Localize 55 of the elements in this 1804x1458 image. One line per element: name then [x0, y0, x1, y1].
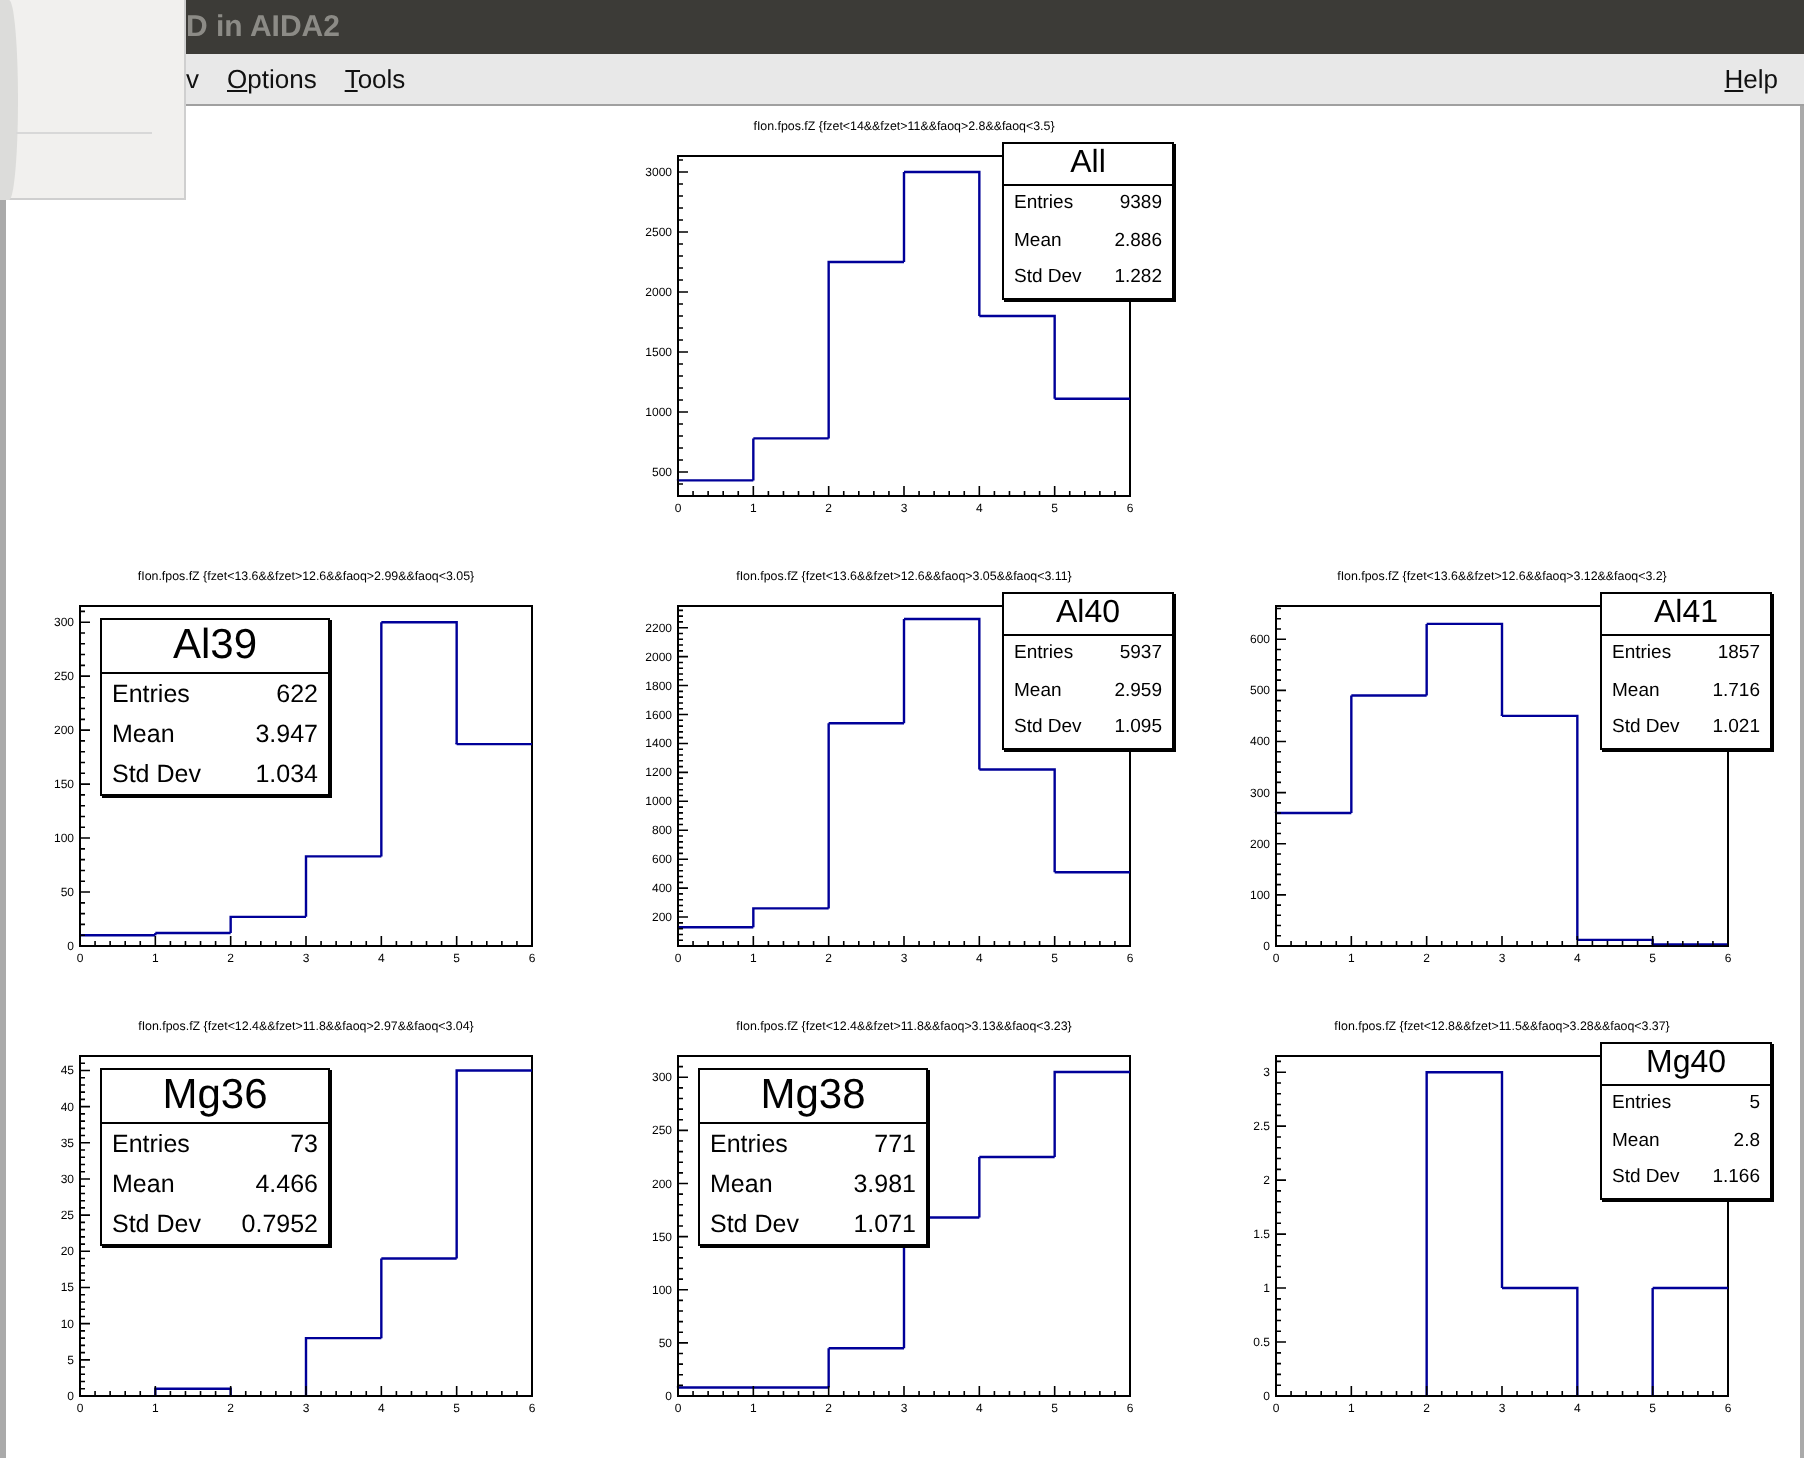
stat-value: 1.166 [1712, 1164, 1760, 1192]
stat-value: 1857 [1717, 640, 1760, 668]
stat-label: Entries [112, 678, 190, 713]
stat-value: 1.071 [853, 1208, 916, 1243]
histogram-name: Mg40 [1602, 1044, 1770, 1086]
stat-value: 5 [1749, 1090, 1760, 1118]
histogram-name: Al41 [1602, 594, 1770, 636]
stat-value: 1.095 [1114, 714, 1162, 742]
stat-label: Std Dev [1612, 714, 1680, 742]
stat-label: Std Dev [710, 1208, 799, 1243]
stat-label: Mean [710, 1168, 773, 1203]
window-title: D in AIDA2 [186, 10, 340, 44]
stat-label: Entries [710, 1128, 788, 1163]
stat-value: 2.886 [1114, 227, 1162, 255]
histogram-name: Mg38 [700, 1070, 926, 1125]
stat-label: Entries [112, 1128, 190, 1163]
stat-label: Std Dev [1014, 264, 1082, 292]
stat-value: 1.716 [1712, 677, 1760, 705]
stat-label: Mean [1612, 677, 1660, 705]
stat-label: Mean [1014, 677, 1062, 705]
stat-label: Entries [1612, 640, 1672, 668]
stat-label: Entries [1014, 190, 1074, 218]
histogram-name: Al39 [102, 620, 328, 675]
stat-value: 3.947 [255, 718, 318, 753]
histogram-name: Mg36 [102, 1070, 328, 1125]
stat-label: Mean [112, 718, 175, 753]
stat-value: 9389 [1119, 190, 1162, 218]
stat-value: 1.034 [255, 758, 318, 793]
stat-value: 3.981 [853, 1168, 916, 1203]
stat-label: Mean [1014, 227, 1062, 255]
stat-value: 1.282 [1114, 264, 1162, 292]
stat-label: Entries [1612, 1090, 1672, 1118]
histogram-bin [154, 1387, 232, 1398]
stat-value: 73 [290, 1128, 318, 1163]
stat-value: 4.466 [255, 1168, 318, 1203]
menu-item[interactable]: Help [1714, 60, 1788, 98]
stat-value: 2.959 [1114, 677, 1162, 705]
menu-item[interactable]: Options [217, 60, 327, 98]
stat-value: 2.8 [1733, 1127, 1760, 1155]
histogram-name: All [1004, 144, 1172, 186]
stat-value: 622 [276, 678, 318, 713]
stat-value: 5937 [1119, 640, 1162, 668]
stat-label: Std Dev [112, 1208, 201, 1243]
stat-label: Std Dev [1014, 714, 1082, 742]
stat-value: 1.021 [1712, 714, 1760, 742]
stat-label: Mean [1612, 1127, 1660, 1155]
histogram-bin [1651, 1286, 1730, 1398]
stat-label: Mean [112, 1168, 175, 1203]
histogram-name: Al40 [1004, 594, 1172, 636]
stat-value: 771 [874, 1128, 916, 1163]
stat-label: Std Dev [1612, 1164, 1680, 1192]
stat-label: Entries [1014, 640, 1074, 668]
stat-label: Std Dev [112, 758, 201, 793]
stat-value: 0.7952 [241, 1208, 318, 1243]
menu-item[interactable]: Tools [334, 60, 416, 98]
